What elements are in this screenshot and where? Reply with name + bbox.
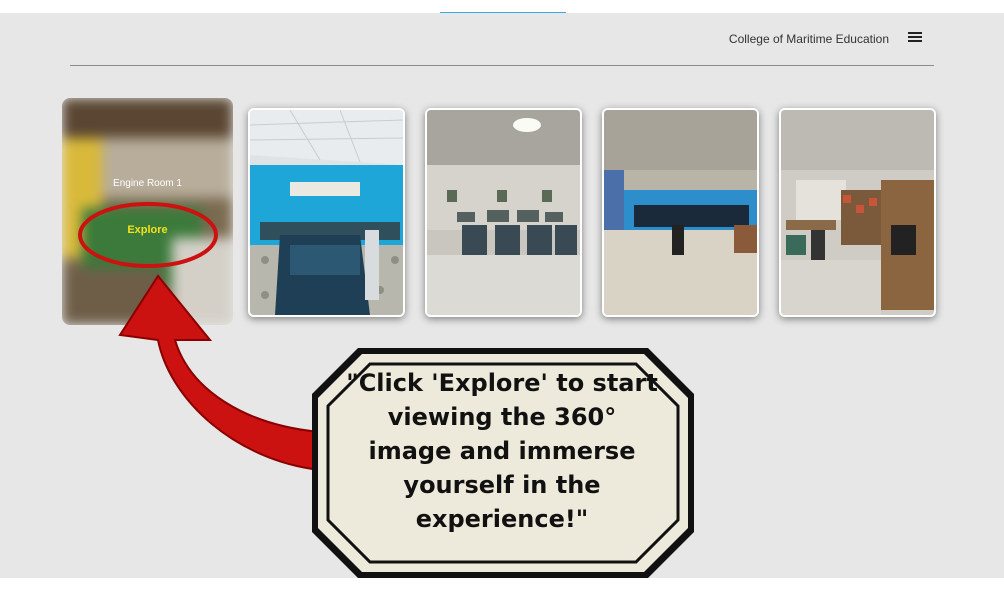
callout-line: image and immerse: [368, 437, 636, 465]
callout-line: viewing the 360°: [387, 403, 617, 431]
callout-line: yourself in the: [403, 471, 601, 499]
red-arrow-icon: [118, 274, 321, 472]
callout-text: "Click 'Explore' to start viewing the 36…: [337, 366, 667, 536]
callout-line: experience!": [415, 505, 589, 533]
callout-line: "Click 'Explore' to start: [346, 369, 658, 397]
highlight-circle: [78, 202, 218, 268]
